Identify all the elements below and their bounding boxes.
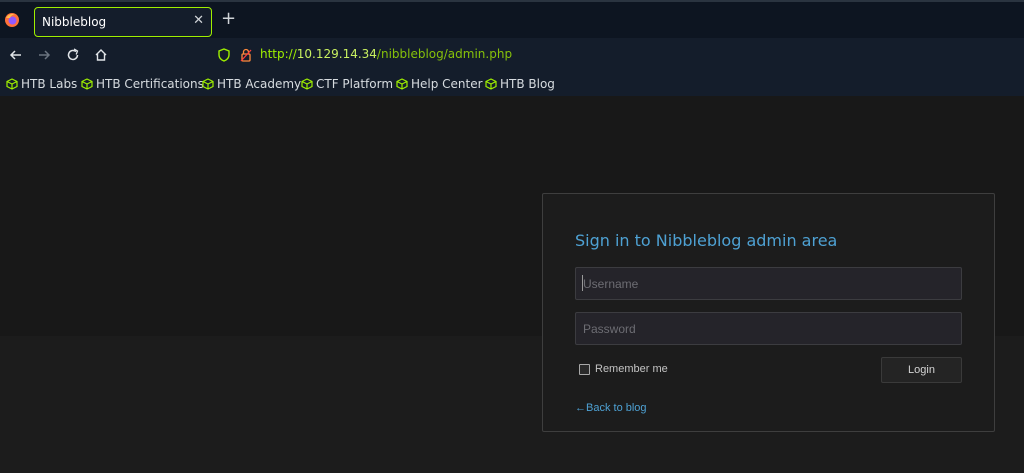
username-input[interactable] xyxy=(575,267,962,300)
url-host: 10.129.14.34 xyxy=(296,47,377,61)
login-button[interactable]: Login xyxy=(881,357,962,383)
text-caret xyxy=(582,275,583,291)
reload-icon[interactable] xyxy=(65,47,81,63)
password-input[interactable] xyxy=(575,312,962,345)
bookmark-htb-blog[interactable]: HTB Blog xyxy=(485,76,555,92)
bookmark-label: HTB Academy xyxy=(217,77,302,91)
bookmark-help-center[interactable]: Help Center xyxy=(396,76,483,92)
shield-icon[interactable] xyxy=(216,47,232,63)
bookmark-htb-academy[interactable]: HTB Academy xyxy=(202,76,301,92)
back-arrow-icon[interactable] xyxy=(8,47,24,63)
login-panel: Sign in to Nibbleblog admin area Remembe… xyxy=(542,193,995,432)
bookmark-label: Help Center xyxy=(411,77,483,91)
tab-close-icon[interactable]: ✕ xyxy=(193,14,204,28)
forward-arrow-icon[interactable] xyxy=(36,47,52,63)
login-title: Sign in to Nibbleblog admin area xyxy=(575,231,838,250)
new-tab-button[interactable]: + xyxy=(221,10,236,28)
remember-checkbox[interactable] xyxy=(579,363,590,375)
back-to-blog-link[interactable]: ←Back to blog xyxy=(575,402,647,414)
tab-nibbleblog[interactable]: Nibbleblog ✕ xyxy=(34,7,212,37)
url-scheme: http:// xyxy=(260,47,297,61)
remember-label: Remember me xyxy=(595,363,668,375)
bookmark-ctf-platform[interactable]: CTF Platform xyxy=(301,76,393,92)
tab-title: Nibbleblog xyxy=(42,15,107,29)
bookmark-htb-certifications[interactable]: HTB Certifications xyxy=(81,76,204,92)
bookmark-label: HTB Certifications xyxy=(96,77,204,91)
remember-me[interactable]: Remember me xyxy=(579,363,668,375)
bookmark-label: HTB Labs xyxy=(21,77,78,91)
cube-icon xyxy=(6,78,18,90)
bookmark-label: HTB Blog xyxy=(500,77,555,91)
bookmark-label: CTF Platform xyxy=(316,77,394,91)
cube-icon xyxy=(81,78,93,90)
bookmark-htb-labs[interactable]: HTB Labs xyxy=(6,76,77,92)
firefox-icon[interactable] xyxy=(4,12,20,28)
cube-icon xyxy=(202,78,214,90)
bookmarks-bar: HTB Labs HTB Certifications HTB Academy … xyxy=(0,72,1024,96)
nav-bar: http://10.129.14.34/nibbleblog/admin.php xyxy=(0,38,1024,72)
cube-icon xyxy=(485,78,497,90)
url-path: /nibbleblog/admin.php xyxy=(376,47,513,61)
url-bar[interactable]: http://10.129.14.34/nibbleblog/admin.php xyxy=(260,47,512,61)
home-icon[interactable] xyxy=(93,47,109,63)
insecure-lock-icon[interactable] xyxy=(238,47,254,63)
cube-icon xyxy=(301,78,313,90)
tab-bar: Nibbleblog ✕ + xyxy=(0,0,1024,38)
cube-icon xyxy=(396,78,408,90)
